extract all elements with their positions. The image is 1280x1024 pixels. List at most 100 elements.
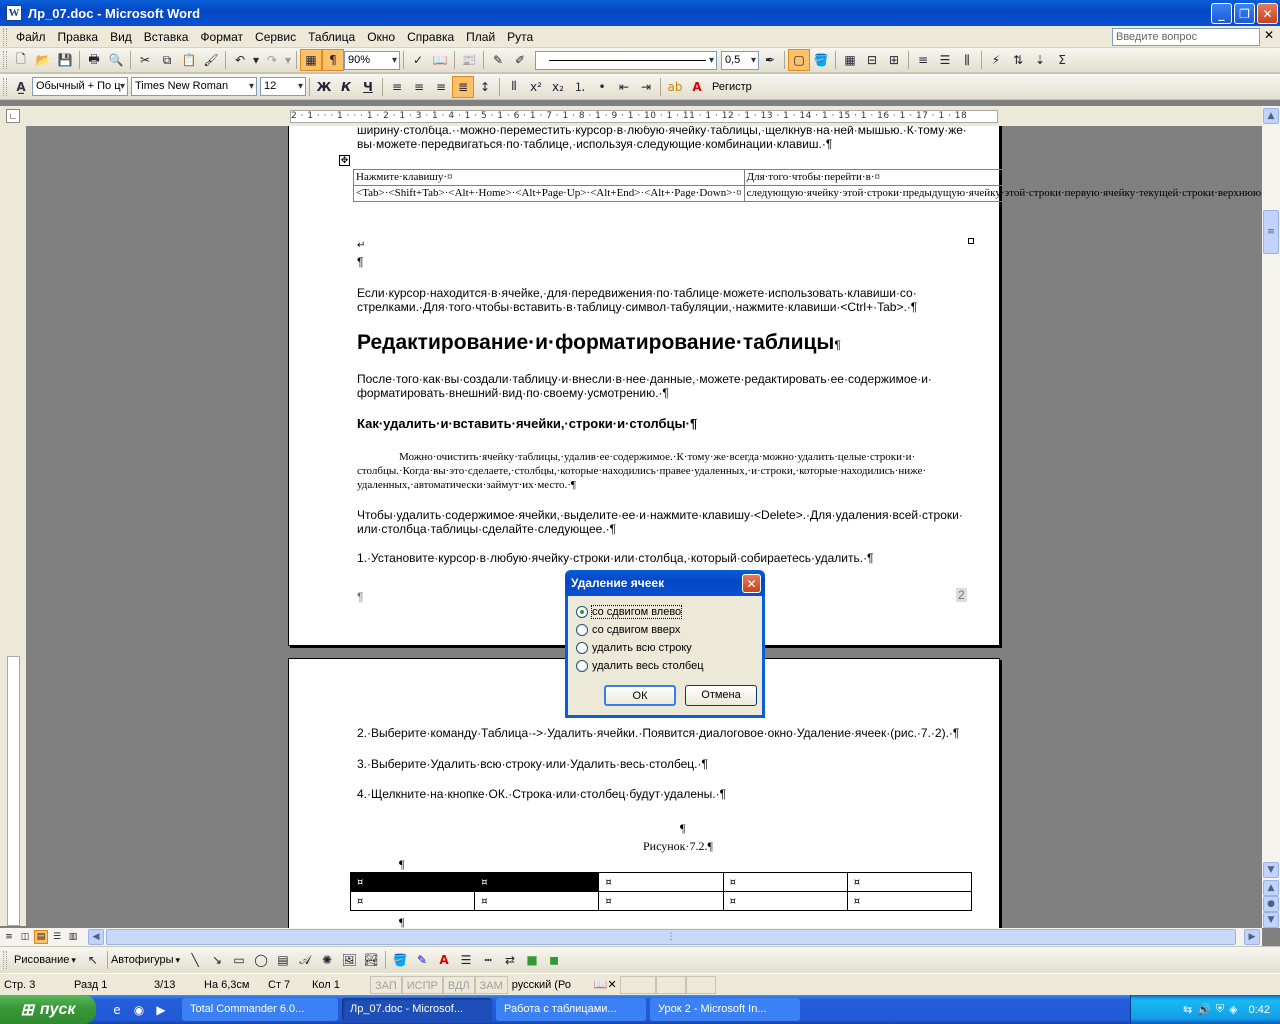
table-cell[interactable]: ¤ [598,891,724,911]
desktop-quicklaunch-icon[interactable]: ▶ [150,999,172,1021]
menu-view[interactable]: Вид [104,27,138,47]
menu-ruta[interactable]: Рута [501,27,539,47]
track-changes-icon[interactable]: ✎ [487,49,509,71]
radio-button[interactable] [576,642,588,654]
reading-mode-icon[interactable]: 📰 [458,49,480,71]
menu-edit[interactable]: Правка [52,27,105,47]
underline-button[interactable]: Ч [357,76,379,98]
table-cell[interactable]: <Tab>·<Shift+Tab>·<Alt+·Home>·<Alt+Page·… [353,185,745,202]
vertical-scrollbar[interactable]: ▲ ≡ ▼ ▲ ● ▼ [1262,106,1280,928]
paste-icon[interactable]: 📋 [178,49,200,71]
table-header-cell[interactable]: Нажмите·клавишу·¤ [353,169,745,186]
insert-table-icon[interactable]: ▦ [839,49,861,71]
table-header-cell[interactable]: Для·того·чтобы·перейти·в·¤ [743,169,1262,186]
status-language[interactable]: русский (Ро [508,976,590,994]
page-1[interactable]: ширину·столбца.··можно·переместить·курсо… [288,126,1262,646]
3d-style-icon[interactable]: ◼ [543,949,565,971]
merge-cells-icon[interactable]: ⊟ [861,49,883,71]
line-spacing-icon[interactable]: ↕ [474,76,496,98]
copy-icon[interactable]: ⧉ [156,49,178,71]
table-cell[interactable]: ¤ [598,872,724,892]
print-layout-icon[interactable]: ▤ [34,930,48,944]
table-resize-handle-icon[interactable] [968,238,974,244]
text-direction-icon[interactable]: ⇅ [1007,49,1029,71]
security-tray-icon[interactable]: ⛨ [1216,1003,1224,1016]
menu-tools[interactable]: Сервис [249,27,302,47]
status-extend-selection[interactable]: ВДЛ [442,975,475,994]
browse-object-button[interactable]: ● [1263,896,1279,912]
decrease-indent-icon[interactable]: ⇤ [613,76,635,98]
table-cell[interactable]: ¤ [722,891,848,911]
web-view-icon[interactable]: ◫ [18,930,32,944]
horizontal-ruler[interactable]: ∟ 2 · 1 · · · 1 · · · 1 · 2 · 1 · 3 · 1 … [0,106,1280,126]
print-preview-icon[interactable]: 🔍 [105,49,127,71]
table-cell[interactable]: ¤ [846,872,973,892]
radio-button-selected[interactable] [576,606,588,618]
table-cell-selected[interactable]: ¤ [474,872,600,892]
normal-view-icon[interactable]: ≡ [2,930,16,944]
horizontal-scrollbar[interactable]: ≡ ◫ ▤ ☰ ▥ ◀ ⋮ ▶ [0,928,1262,946]
line-tool-icon[interactable]: ╲ [184,949,206,971]
subscript-icon[interactable]: x₂ [547,76,569,98]
line-style-icon[interactable]: ☰ [455,949,477,971]
bold-button[interactable]: Ж [313,76,335,98]
register-button[interactable]: Регистр [712,81,752,93]
ie-quicklaunch-icon[interactable]: e [106,999,128,1021]
distribute-rows-icon[interactable]: ☰ [934,49,956,71]
wordart-icon[interactable]: 𝒜 [294,949,316,971]
shadow-style-icon[interactable]: ■ [521,949,543,971]
menu-grip[interactable] [3,27,7,46]
spelling-status-icon[interactable]: 📖✕ [590,976,620,994]
rectangle-tool-icon[interactable]: ▭ [228,949,250,971]
edit-comment-icon[interactable]: ✐ [509,49,531,71]
cut-icon[interactable]: ✂ [134,49,156,71]
undo-icon[interactable]: ↶ [229,49,251,71]
menu-format[interactable]: Формат [194,27,249,47]
radio-shift-up[interactable]: со сдвигом вверх [576,624,680,636]
save-icon[interactable]: 💾 [54,49,76,71]
close-button[interactable]: ✕ [1257,3,1278,24]
table-cell[interactable]: ¤ [722,872,848,892]
zoom-combo[interactable]: 90% [344,50,400,70]
task-word-document[interactable]: Лр_07.doc - Microsof... [342,998,492,1021]
picture-icon[interactable]: 🏞 [360,949,382,971]
font-combo[interactable]: Times New Roman [131,77,257,96]
increase-indent-icon[interactable]: ⇥ [635,76,657,98]
print-icon[interactable]: 🖶 [83,49,105,71]
select-objects-icon[interactable]: ↖ [82,949,104,971]
table-move-handle-icon[interactable]: ✥ [339,155,350,166]
border-color-icon[interactable]: ✒ [759,49,781,71]
line-weight-combo[interactable]: 0,5 [721,50,759,70]
previous-page-button[interactable]: ▲ [1263,880,1279,896]
line-style-combo[interactable] [535,50,717,70]
start-button[interactable]: ⊞ пуск [0,995,96,1024]
volume-tray-icon[interactable]: 🔊 [1197,1003,1211,1016]
research-icon[interactable]: 📖 [429,49,451,71]
show-formatting-marks-icon[interactable]: ¶ [322,49,344,71]
style-combo[interactable]: Обычный + По ц [32,77,128,96]
split-cells-icon[interactable]: ⊞ [883,49,905,71]
menu-close-icon[interactable]: ✕ [1264,28,1274,42]
numbering-icon[interactable]: ⒈ [569,76,591,98]
scroll-thumb[interactable]: ≡ [1263,210,1279,254]
autoshapes-arrow-icon[interactable]: ▾ [176,955,181,966]
arrow-tool-icon[interactable]: ↘ [206,949,228,971]
redo-dropdown-icon[interactable]: ▾ [283,49,293,71]
menu-help[interactable]: Справка [401,27,460,47]
autosum-icon[interactable]: Σ [1051,49,1073,71]
distribute-columns-icon[interactable]: ⫼ [956,49,978,71]
arrow-style-icon[interactable]: ⇄ [499,949,521,971]
tab-stop-selector-icon[interactable]: ∟ [6,109,20,123]
align-left-icon[interactable]: ≡ [386,76,408,98]
shading-color-icon[interactable]: 🪣 [810,49,832,71]
reading-view-icon[interactable]: ▥ [66,930,80,944]
new-document-icon[interactable]: 🗋 [10,49,32,71]
autoformat-table-icon[interactable]: ⚡ [985,49,1007,71]
dialog-close-button[interactable]: ✕ [742,574,761,593]
minimize-button[interactable]: _ [1211,3,1232,24]
diagram-icon[interactable]: ✺ [316,949,338,971]
scroll-left-button[interactable]: ◀ [88,929,104,945]
status-record-macro[interactable]: ЗАП [370,975,402,994]
word-app-icon[interactable]: W [6,5,22,21]
menu-file[interactable]: Файл [10,27,52,47]
